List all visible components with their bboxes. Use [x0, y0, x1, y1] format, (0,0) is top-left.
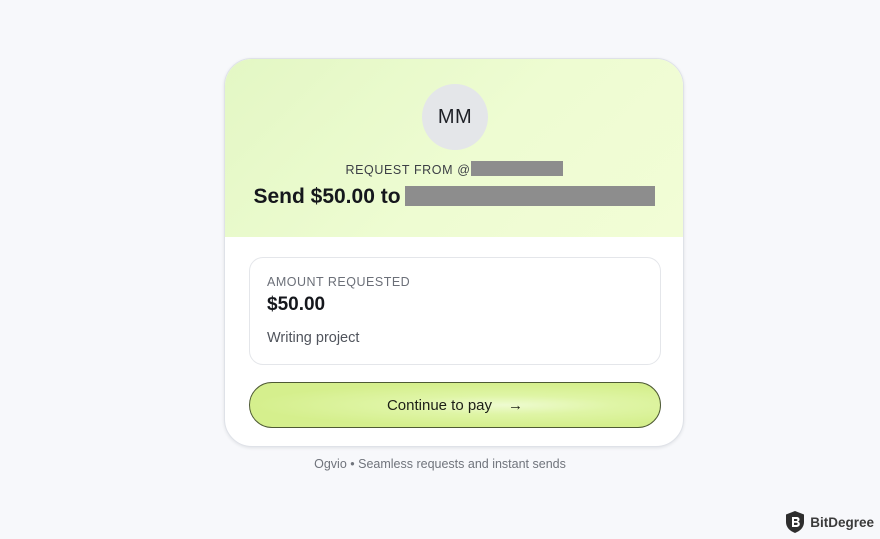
avatar: MM	[422, 84, 488, 150]
request-from-label: REQUEST FROM @	[345, 163, 471, 177]
watermark-text: BitDegree	[810, 514, 874, 530]
bitdegree-logo: BitDegree	[784, 510, 874, 534]
continue-to-pay-button[interactable]: Continue to pay →	[249, 382, 661, 428]
amount-value: $50.00	[267, 294, 326, 315]
footer-tagline: Ogvio • Seamless requests and instant se…	[314, 457, 566, 471]
bitdegree-shield-icon	[786, 511, 805, 533]
send-title-text: Send $50.00 to	[253, 185, 401, 208]
redacted-username	[470, 161, 563, 176]
arrow-right-icon: →	[508, 396, 524, 414]
request-from-line: REQUEST FROM @	[225, 161, 683, 178]
amount-note: Writing project	[267, 330, 360, 346]
payment-request-card: MM REQUEST FROM @ Send $50.00 to AMOUNT …	[224, 58, 684, 447]
amount-label: AMOUNT REQUESTED	[267, 275, 411, 289]
continue-to-pay-label: Continue to pay	[386, 396, 493, 414]
request-header: MM REQUEST FROM @ Send $50.00 to	[225, 59, 683, 237]
redacted-recipient-name	[404, 186, 655, 206]
page-title: Send $50.00 to	[225, 183, 683, 211]
amount-summary: AMOUNT REQUESTED $50.00 Writing project	[249, 257, 661, 365]
